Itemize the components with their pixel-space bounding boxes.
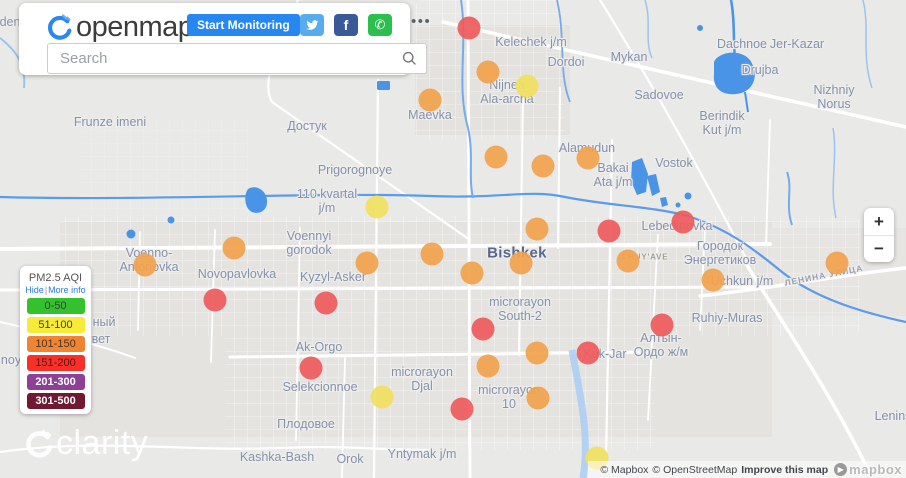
legend-range: 301-500	[26, 393, 85, 409]
mapbox-logo-icon: ▶	[834, 463, 848, 476]
aqi-marker-orange[interactable]	[460, 261, 484, 285]
legend-more-info-link[interactable]: More info	[48, 285, 86, 295]
aqi-marker-orange[interactable]	[525, 341, 549, 365]
aqi-marker-orange[interactable]	[418, 88, 442, 112]
openmap-logo[interactable]: openmap	[46, 11, 194, 43]
aqi-marker-yellow[interactable]	[365, 195, 389, 219]
aqi-marker-yellow[interactable]	[515, 74, 539, 98]
improve-map-link[interactable]: Improve this map	[741, 464, 828, 476]
legend-scale: 0-50 51-100 101-150 151-200 201-300 301-500	[20, 298, 91, 409]
search-box	[47, 43, 427, 74]
start-monitoring-button[interactable]: Start Monitoring	[187, 14, 300, 36]
aqi-marker-orange[interactable]	[476, 354, 500, 378]
aqi-marker-orange[interactable]	[531, 154, 555, 178]
facebook-button[interactable]: f	[334, 14, 358, 36]
aqi-marker-orange[interactable]	[576, 146, 600, 170]
aqi-marker-orange[interactable]	[525, 217, 549, 241]
twitter-button[interactable]	[300, 14, 324, 36]
mapbox-attribution-link[interactable]: © Mapbox	[600, 464, 648, 476]
legend-title: PM2.5 AQI	[28, 272, 83, 284]
aqi-marker-orange[interactable]	[133, 253, 157, 277]
aqi-marker-red[interactable]	[597, 219, 621, 243]
aqi-marker-red[interactable]	[471, 317, 495, 341]
aqi-marker-orange[interactable]	[355, 251, 379, 275]
aqi-marker-orange[interactable]	[526, 386, 550, 410]
whatsapp-icon: ✆	[374, 17, 386, 32]
header-card: openmap Start Monitoring f ✆ •••	[19, 3, 430, 75]
aqi-marker-red[interactable]	[314, 291, 338, 315]
aqi-marker-red[interactable]	[671, 210, 695, 234]
brand-name: openmap	[76, 11, 194, 43]
openmap-logo-icon	[47, 14, 72, 40]
zoom-out-button[interactable]: −	[864, 235, 894, 262]
aqi-marker-orange[interactable]	[476, 60, 500, 84]
zoom-control: + −	[864, 208, 894, 262]
map-attribution: © Mapbox © OpenStreetMap Improve this ma…	[588, 461, 906, 478]
aqi-marker-orange[interactable]	[222, 236, 246, 260]
aqi-marker-red[interactable]	[203, 288, 227, 312]
aqi-marker-yellow[interactable]	[370, 385, 394, 409]
whatsapp-button[interactable]: ✆	[368, 14, 392, 36]
legend-range: 51-100	[26, 317, 85, 333]
aqi-marker-orange[interactable]	[701, 268, 725, 292]
aqi-marker-orange[interactable]	[484, 145, 508, 169]
legend-range: 0-50	[26, 298, 85, 314]
aqi-marker-orange[interactable]	[509, 251, 533, 275]
aqi-marker-orange[interactable]	[825, 251, 849, 275]
osm-attribution-link[interactable]: © OpenStreetMap	[652, 464, 737, 476]
aqi-marker-orange[interactable]	[616, 249, 640, 273]
mapbox-logo[interactable]: ▶ mapbox	[834, 462, 902, 477]
zoom-in-button[interactable]: +	[864, 208, 894, 235]
facebook-icon: f	[343, 17, 349, 33]
legend-range: 101-150	[26, 336, 85, 352]
aqi-marker-red[interactable]	[450, 397, 474, 421]
legend-range: 151-200	[26, 355, 85, 371]
aqi-marker-red[interactable]	[576, 341, 600, 365]
aqi-marker-red[interactable]	[457, 16, 481, 40]
aqi-marker-red[interactable]	[650, 313, 674, 337]
legend-range: 201-300	[26, 374, 85, 390]
search-input[interactable]	[48, 44, 426, 73]
aqi-marker-orange[interactable]	[420, 242, 444, 266]
more-menu-button[interactable]: •••	[405, 12, 437, 31]
mapbox-logo-word: mapbox	[849, 462, 902, 477]
legend-links: Hide|More info	[20, 285, 91, 295]
legend-links-separator: |	[44, 285, 48, 295]
aqi-marker-red[interactable]	[299, 356, 323, 380]
legend-hide-link[interactable]: Hide	[25, 285, 44, 295]
twitter-icon	[306, 20, 319, 30]
aqi-legend-panel: PM2.5 AQI Hide|More info 0-50 51-100 101-1…	[20, 266, 91, 414]
search-icon[interactable]	[401, 50, 418, 72]
